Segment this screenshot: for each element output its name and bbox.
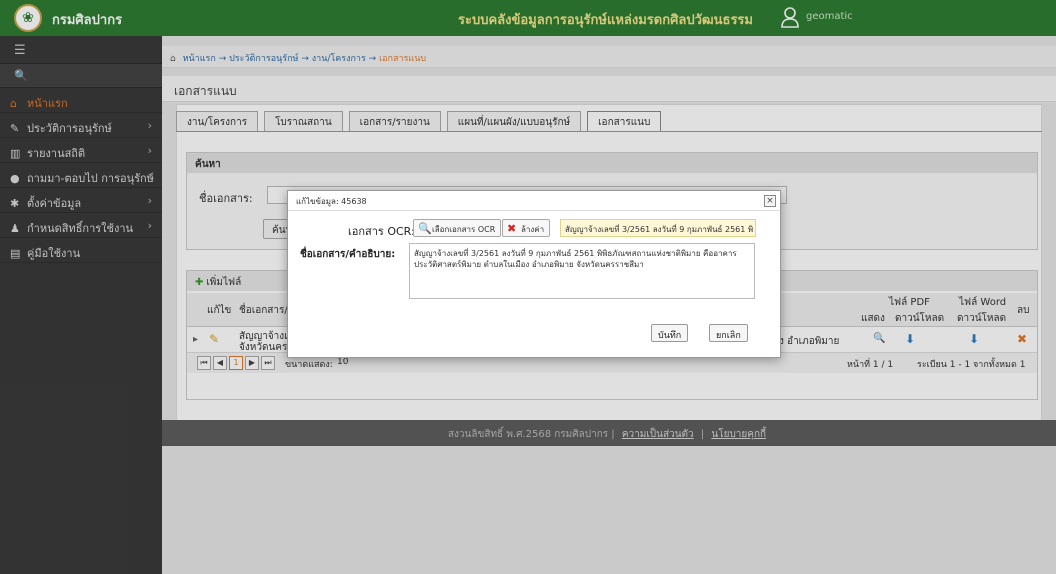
clear-label: ล้างค่า: [521, 225, 545, 234]
description-label: ชื่อเอกสาร/คำอธิบาย:: [300, 249, 396, 260]
edit-dialog: แก้ไขข้อมูล: 45638 × เอกสาร OCR: 🔍 เลือกเ…: [287, 190, 781, 358]
select-ocr-button[interactable]: 🔍 เลือกเอกสาร OCR: [413, 219, 502, 237]
dialog-title: แก้ไขข้อมูล: 45638: [288, 191, 780, 211]
select-ocr-label: เลือกเอกสาร OCR: [432, 225, 496, 234]
close-icon[interactable]: ×: [764, 195, 776, 207]
clear-icon: ✖: [507, 222, 517, 235]
clear-button[interactable]: ✖ ล้างค่า: [502, 219, 551, 237]
description-textarea[interactable]: สัญญาจ้างเลขที่ 3/2561 ลงวันที่ 9 กุมภาพ…: [409, 243, 755, 299]
ocr-filename: สัญญาจ้างเลขที่ 3/2561 ลงวันที่ 9 กุมภาพ…: [560, 219, 756, 237]
save-button[interactable]: บันทึก: [651, 324, 689, 342]
ocr-label: เอกสาร OCR:: [348, 225, 415, 238]
search-icon: 🔍: [418, 222, 432, 235]
cancel-button[interactable]: ยกเลิก: [709, 324, 748, 342]
